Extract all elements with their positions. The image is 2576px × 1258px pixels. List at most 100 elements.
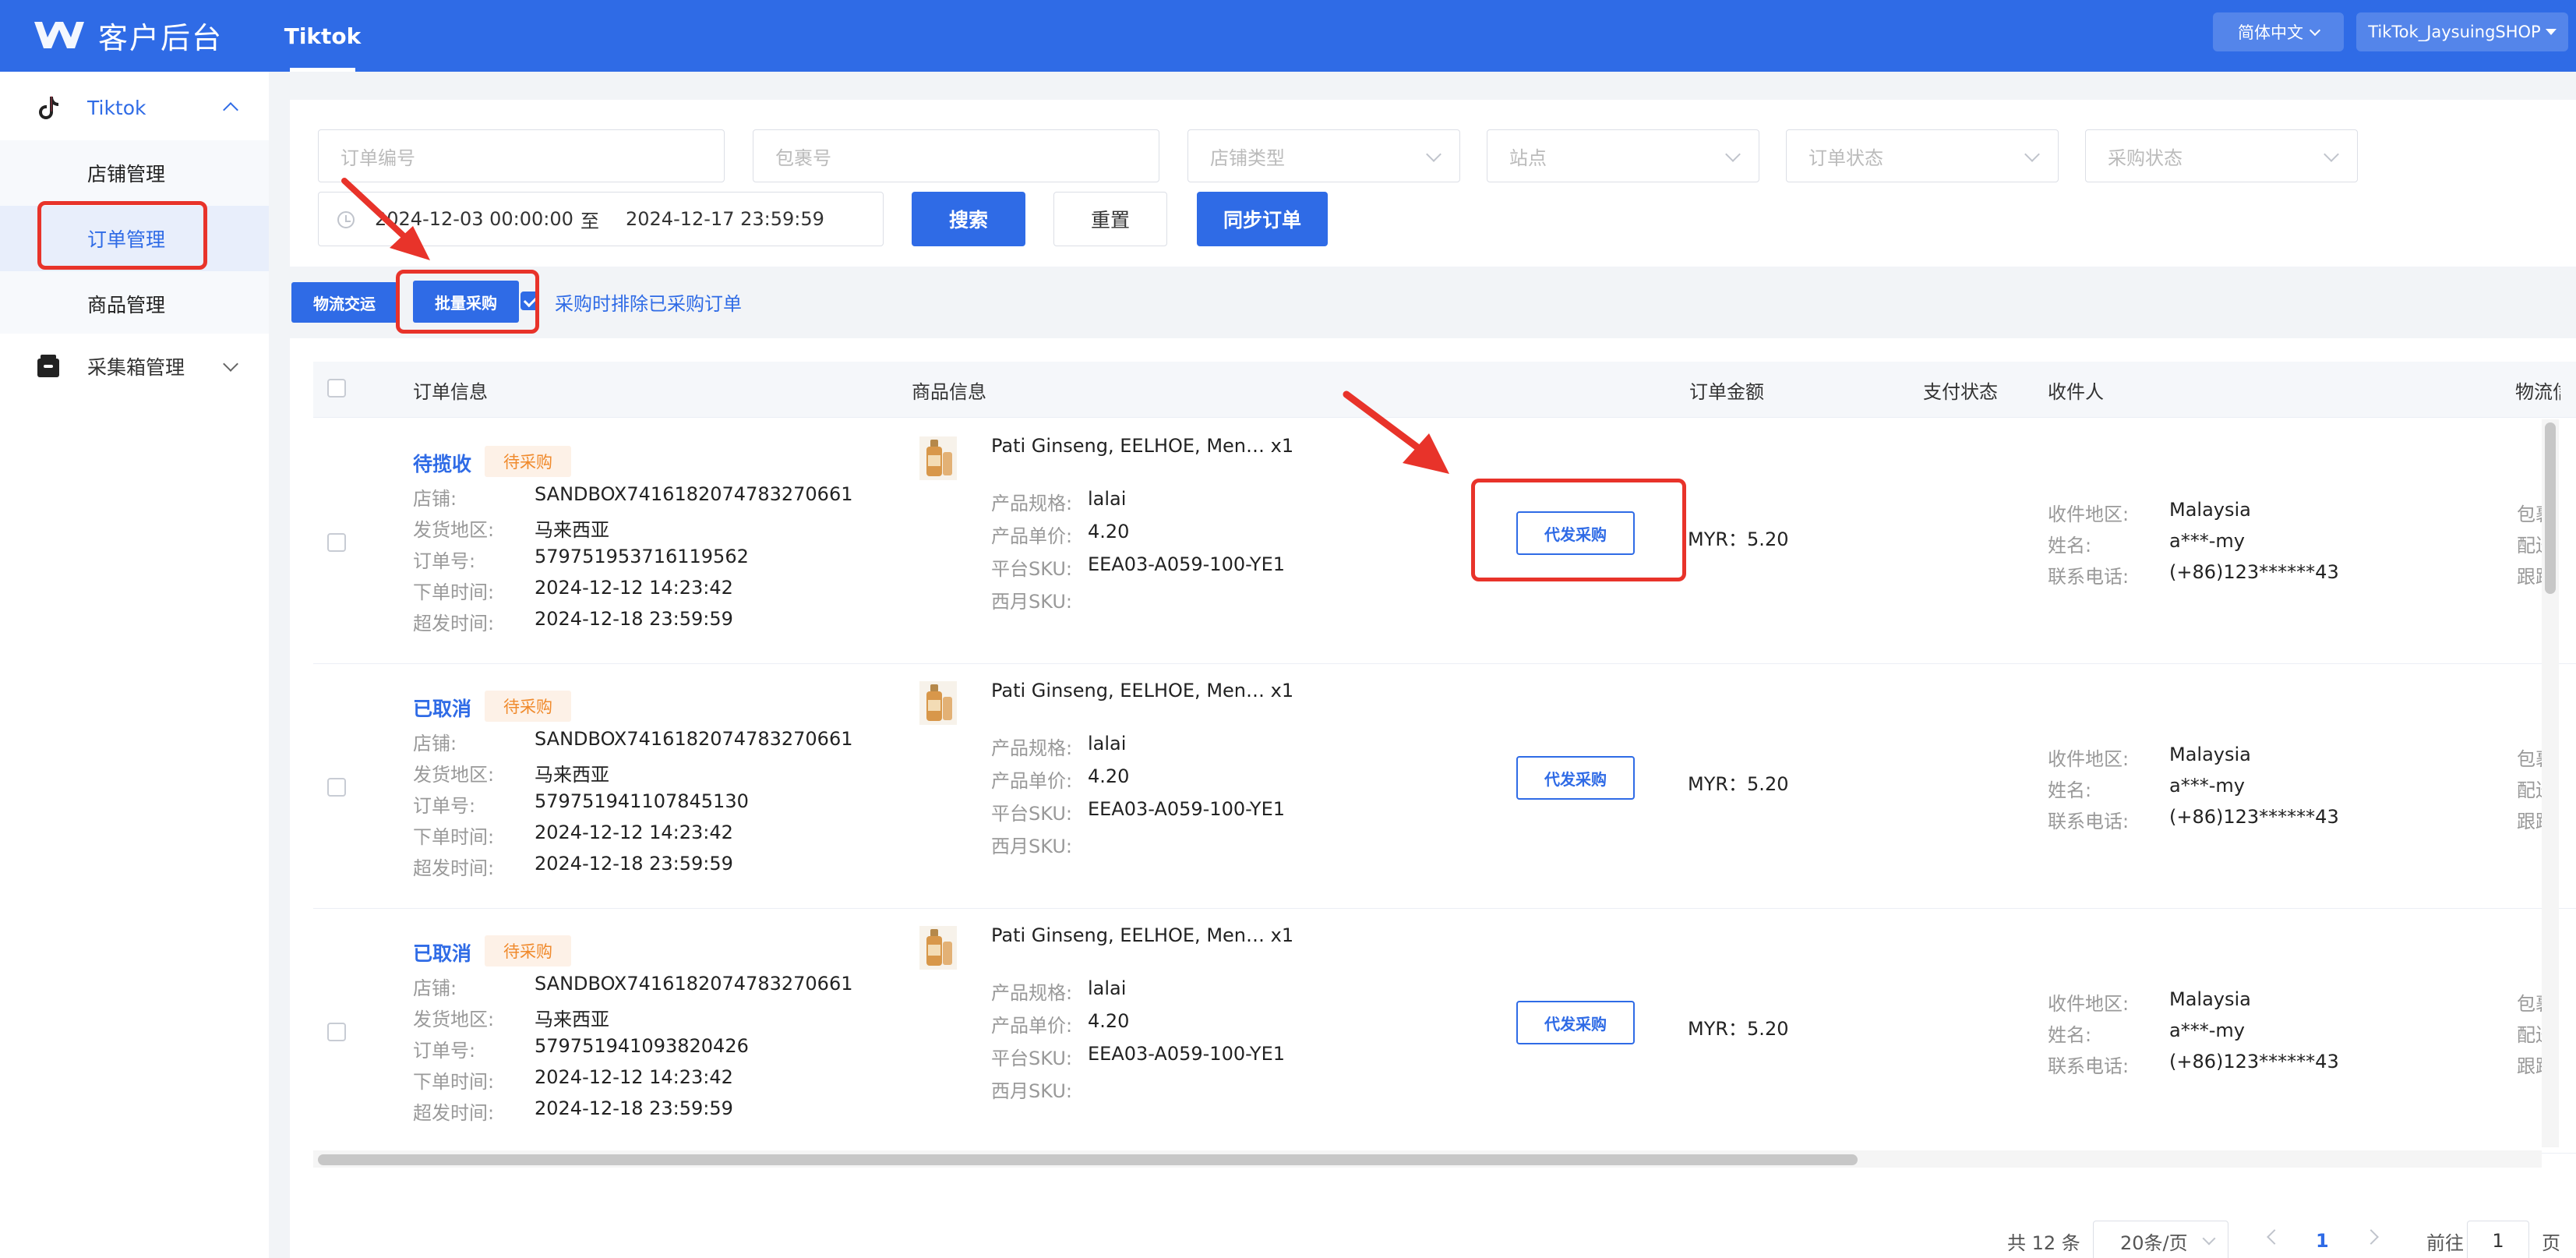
- order-amount: MYR：5.20: [1688, 773, 1789, 795]
- app-title: 客户后台: [98, 20, 224, 55]
- reset-button[interactable]: 重置: [1053, 192, 1167, 246]
- ship-region-field-value: 马来西亚: [535, 519, 609, 541]
- header-amount: 订单金额: [1689, 380, 1764, 403]
- receiver-name-field-value: a***-my: [2169, 775, 2245, 797]
- date-start: 2024-12-03 00:00:00: [375, 208, 573, 230]
- order-time-field-label: 下单时间:: [413, 1071, 495, 1093]
- logistics-ship-button[interactable]: 物流交运: [291, 282, 397, 323]
- dropship-purchase-button[interactable]: 代发采购: [1516, 756, 1635, 800]
- exclude-purchased-label[interactable]: 采购时排除已采购订单: [555, 288, 742, 316]
- order-amount: MYR：5.20: [1688, 528, 1789, 550]
- deadline-field-label: 超发时间:: [413, 1102, 495, 1124]
- chevron-down-icon: [2324, 147, 2339, 162]
- sidebar-group-label: 采集箱管理: [87, 356, 185, 379]
- receiver-name-field-label: 姓名:: [2048, 1024, 2092, 1046]
- language-label: 简体中文: [2238, 23, 2303, 42]
- page-size-select[interactable]: 20条/页: [2093, 1221, 2228, 1258]
- order-number-field-label: 订单号:: [413, 1040, 476, 1062]
- deadline-field-value: 2024-12-18 23:59:59: [535, 1097, 733, 1119]
- row-checkbox[interactable]: [327, 1023, 346, 1041]
- unit-price-field-value: 4.20: [1088, 521, 1130, 542]
- app-logo[interactable]: 客户后台: [31, 11, 223, 59]
- purchase-status-badge: 待采购: [485, 446, 571, 477]
- clock-icon: [337, 211, 355, 228]
- receiver-phone-field-value: (+86)123******43: [2169, 806, 2339, 828]
- order-status: 已取消: [413, 942, 472, 965]
- platform-sku-field-value: EEA03-A059-100-YE1: [1088, 798, 1286, 820]
- order-status-placeholder: 订单状态: [1808, 147, 1883, 169]
- tiktok-icon: [39, 96, 58, 119]
- table-header: 订单信息 商品信息 订单金额 支付状态 收件人 物流信: [313, 362, 2576, 418]
- ship-region-field-value: 马来西亚: [535, 764, 609, 786]
- purchase-status-select[interactable]: 采购状态: [2085, 129, 2358, 182]
- order-time-field-value: 2024-12-12 14:23:42: [535, 1066, 733, 1088]
- date-range-picker[interactable]: 2024-12-03 00:00:00 至 2024-12-17 23:59:5…: [318, 192, 884, 246]
- language-selector[interactable]: 简体中文: [2213, 12, 2344, 51]
- header-logistics: 物流信: [2515, 380, 2560, 403]
- ship-region-field-label: 发货地区:: [413, 1009, 495, 1030]
- purchase-status-badge: 待采购: [485, 935, 571, 966]
- product-thumbnail[interactable]: [919, 681, 957, 725]
- sidebar-item-shop-management[interactable]: 店铺管理: [0, 140, 269, 206]
- chevron-down-icon: [223, 356, 238, 372]
- platform-sku-field-label: 平台SKU:: [991, 558, 1072, 580]
- receiver-region-field-label: 收件地区:: [2048, 993, 2130, 1015]
- order-number-input[interactable]: 订单编号: [318, 129, 725, 182]
- goto-page-input[interactable]: 1: [2467, 1221, 2529, 1258]
- shop-field-label: 店铺:: [413, 733, 457, 754]
- sidebar-group-collect[interactable]: 采集箱管理: [0, 334, 269, 399]
- product-thumbnail[interactable]: [919, 436, 957, 480]
- spec-field-value: lalai: [1088, 977, 1127, 999]
- receiver-name-field-value: a***-my: [2169, 1019, 2245, 1041]
- package-number-input[interactable]: 包裹号: [753, 129, 1159, 182]
- product-title[interactable]: Pati Ginseng, EELHOE, Men… x1: [991, 435, 1293, 457]
- shop-type-placeholder: 店铺类型: [1210, 147, 1285, 169]
- receiver-phone-field-label: 联系电话:: [2048, 811, 2130, 832]
- receiver-name-field-value: a***-my: [2169, 530, 2245, 552]
- order-status: 待揽收: [413, 453, 472, 475]
- shop-selector[interactable]: TikTok_JaysuingSHOP: [2356, 12, 2568, 51]
- order-number-field-value: 579751941093820426: [535, 1035, 749, 1057]
- select-all-checkbox[interactable]: [327, 379, 346, 398]
- sync-orders-button[interactable]: 同步订单: [1197, 192, 1328, 246]
- search-button[interactable]: 搜索: [912, 192, 1025, 246]
- annotation-box-batch-purchase: [396, 270, 539, 334]
- shop-type-select[interactable]: 店铺类型: [1187, 129, 1460, 182]
- order-number-field-label: 订单号:: [413, 795, 476, 817]
- vertical-scrollbar[interactable]: [2542, 419, 2559, 1147]
- site-placeholder: 站点: [1509, 147, 1547, 169]
- date-end: 2024-12-17 23:59:59: [626, 208, 824, 230]
- ship-region-field-label: 发货地区:: [413, 519, 495, 541]
- vertical-scroll-thumb[interactable]: [2545, 422, 2556, 594]
- row-checkbox[interactable]: [327, 533, 346, 552]
- horizontal-scroll-thumb[interactable]: [318, 1154, 1858, 1165]
- unit-price-field-label: 产品单价:: [991, 1015, 1073, 1037]
- receiver-region-field-value: Malaysia: [2169, 988, 2251, 1010]
- spec-field-value: lalai: [1088, 488, 1127, 510]
- row-checkbox[interactable]: [327, 778, 346, 797]
- chevron-down-icon: [2024, 147, 2040, 162]
- chevron-down-icon: [2202, 1231, 2216, 1246]
- product-title[interactable]: Pati Ginseng, EELHOE, Men… x1: [991, 680, 1293, 701]
- deadline-field-value: 2024-12-18 23:59:59: [535, 853, 733, 875]
- receiver-phone-field-label: 联系电话:: [2048, 1055, 2130, 1077]
- xiyue-sku-field-label: 西月SKU:: [991, 591, 1072, 613]
- header-order-info: 订单信息: [413, 380, 488, 403]
- shop-field-value: SANDBOX7416182074783270661: [535, 973, 853, 995]
- horizontal-scrollbar[interactable]: [313, 1150, 2542, 1168]
- xiyue-sku-field-label: 西月SKU:: [991, 836, 1072, 857]
- order-time-field-value: 2024-12-12 14:23:42: [535, 577, 733, 599]
- order-status-select[interactable]: 订单状态: [1786, 129, 2059, 182]
- tab-tiktok[interactable]: Tiktok: [284, 0, 361, 72]
- current-page[interactable]: 1: [2316, 1221, 2329, 1258]
- spec-field-label: 产品规格:: [991, 737, 1073, 759]
- sidebar-item-product-management[interactable]: 商品管理: [0, 271, 269, 337]
- chevron-down-icon: [1725, 147, 1741, 162]
- dropship-purchase-button[interactable]: 代发采购: [1516, 1001, 1635, 1044]
- site-select[interactable]: 站点: [1487, 129, 1759, 182]
- receiver-name-field-label: 姓名:: [2048, 535, 2092, 557]
- order-status: 已取消: [413, 698, 472, 720]
- product-title[interactable]: Pati Ginseng, EELHOE, Men… x1: [991, 924, 1293, 946]
- product-thumbnail[interactable]: [919, 926, 957, 970]
- sidebar-group-tiktok[interactable]: Tiktok: [0, 75, 269, 140]
